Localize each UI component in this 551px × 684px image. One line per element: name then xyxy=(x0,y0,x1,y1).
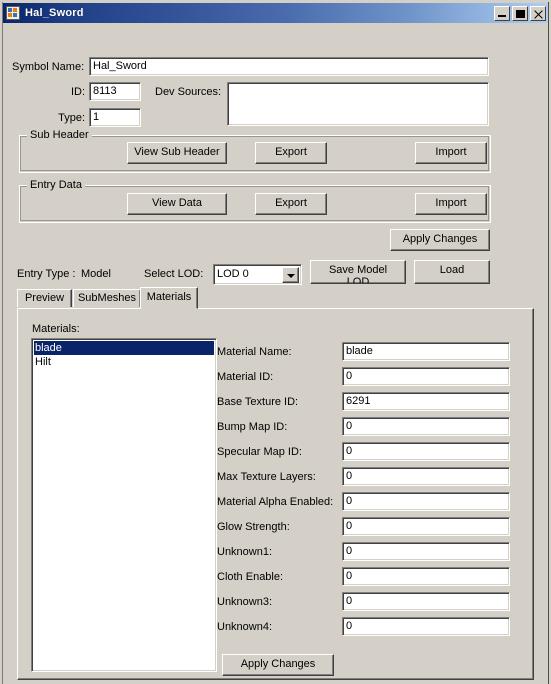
tab-submeshes[interactable]: SubMeshes xyxy=(73,289,141,307)
dev-sources-label: Dev Sources: xyxy=(155,86,222,98)
save-model-lod-button[interactable]: Save Model LOD xyxy=(310,260,406,284)
tab-materials[interactable]: Materials xyxy=(140,287,198,309)
materials-apply-changes-button[interactable]: Apply Changes xyxy=(222,654,334,676)
cloth-enable-input[interactable]: 0 xyxy=(342,567,510,586)
apply-changes-top-button[interactable]: Apply Changes xyxy=(390,229,490,251)
save-model-lod-line2: LOD xyxy=(346,276,370,284)
sub-header-import-button[interactable]: Import xyxy=(415,142,487,164)
unknown3-input[interactable]: 0 xyxy=(342,592,510,611)
material-alpha-enabled-input[interactable]: 0 xyxy=(342,492,510,511)
material-alpha-enabled-label: Material Alpha Enabled: xyxy=(217,496,334,508)
unknown3-label: Unknown3: xyxy=(217,596,273,608)
materials-list-label: Materials: xyxy=(32,323,80,335)
save-model-lod-line1: Save Model xyxy=(328,264,388,276)
app-winforms-icon xyxy=(5,5,21,21)
material-id-label: Material ID: xyxy=(217,371,274,383)
cloth-enable-label: Cloth Enable: xyxy=(217,571,284,583)
lod-select-value: LOD 0 xyxy=(217,268,249,280)
close-button[interactable] xyxy=(530,5,546,21)
glow-strength-label: Glow Strength: xyxy=(217,521,290,533)
material-id-input[interactable]: 0 xyxy=(342,367,510,386)
unknown4-input[interactable]: 0 xyxy=(342,617,510,636)
specular-map-id-label: Specular Map ID: xyxy=(217,446,302,458)
list-item[interactable]: Hilt xyxy=(34,355,214,369)
select-lod-label: Select LOD: xyxy=(144,268,204,280)
list-item[interactable]: blade xyxy=(34,341,214,355)
view-sub-header-button[interactable]: View Sub Header xyxy=(127,142,227,164)
materials-listbox[interactable]: blade Hilt xyxy=(31,338,217,672)
material-name-input[interactable]: blade xyxy=(342,342,510,361)
unknown4-label: Unknown4: xyxy=(217,621,273,633)
symbol-name-input[interactable]: Hal_Sword xyxy=(89,57,489,76)
application-window: Hal_Sword Symbol Name: Hal_Sword ID: 811… xyxy=(0,0,551,684)
sub-header-group-title: Sub Header xyxy=(27,129,92,141)
id-input[interactable]: 8113 xyxy=(89,82,141,101)
maximize-button[interactable] xyxy=(512,5,528,21)
entry-data-import-button[interactable]: Import xyxy=(415,193,487,215)
bump-map-id-input[interactable]: 0 xyxy=(342,417,510,436)
window-controls xyxy=(494,5,547,21)
specular-map-id-input[interactable]: 0 xyxy=(342,442,510,461)
client-area: Symbol Name: Hal_Sword ID: 8113 Type: 1 … xyxy=(3,23,548,680)
window-title: Hal_Sword xyxy=(25,7,84,19)
entry-data-export-button[interactable]: Export xyxy=(255,193,327,215)
max-texture-layers-label: Max Texture Layers: xyxy=(217,471,316,483)
materials-tab-panel: Materials: blade Hilt Material Name: bla… xyxy=(17,308,534,680)
glow-strength-input[interactable]: 0 xyxy=(342,517,510,536)
base-texture-id-label: Base Texture ID: xyxy=(217,396,299,408)
type-label: Type: xyxy=(58,112,85,124)
entry-type-label: Entry Type : xyxy=(17,268,76,280)
material-name-label: Material Name: xyxy=(217,346,292,358)
unknown1-label: Unknown1: xyxy=(217,546,273,558)
entry-data-group-title: Entry Data xyxy=(27,179,85,191)
title-bar[interactable]: Hal_Sword xyxy=(3,3,548,23)
type-input[interactable]: 1 xyxy=(89,108,141,127)
minimize-button[interactable] xyxy=(494,5,510,21)
entry-type-value: Model xyxy=(81,268,111,280)
chevron-down-icon[interactable] xyxy=(282,267,299,283)
id-label: ID: xyxy=(70,86,85,98)
load-button[interactable]: Load xyxy=(414,260,490,284)
unknown1-input[interactable]: 0 xyxy=(342,542,510,561)
base-texture-id-input[interactable]: 6291 xyxy=(342,392,510,411)
lod-select[interactable]: LOD 0 xyxy=(213,264,302,285)
symbol-name-label: Symbol Name: xyxy=(12,61,85,73)
sub-header-export-button[interactable]: Export xyxy=(255,142,327,164)
dev-sources-textarea[interactable] xyxy=(227,82,489,126)
max-texture-layers-input[interactable]: 0 xyxy=(342,467,510,486)
view-data-button[interactable]: View Data xyxy=(127,193,227,215)
bump-map-id-label: Bump Map ID: xyxy=(217,421,288,433)
tab-preview[interactable]: Preview xyxy=(17,289,72,307)
